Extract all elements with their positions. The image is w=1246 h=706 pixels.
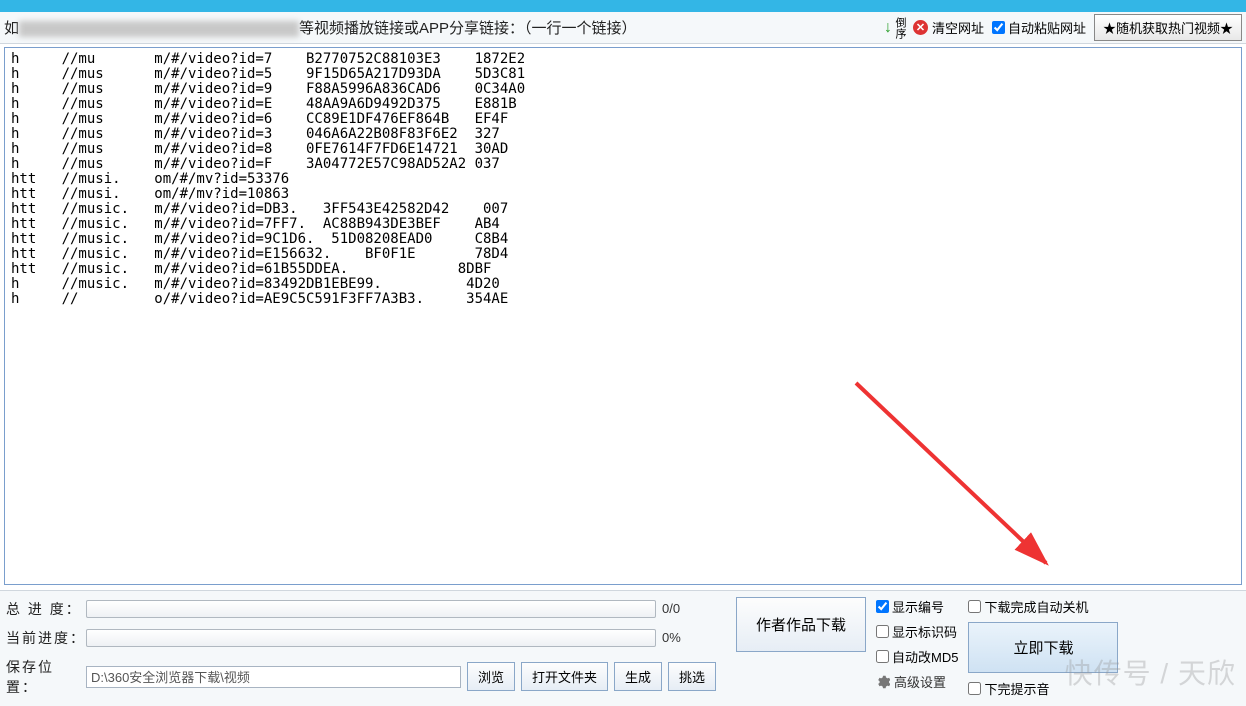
bottom-panel: 总 进 度： 0/0 当前进度： 0% 保存位置： 浏览 打开文件夹 生成 挑选… [0,590,1246,706]
show-number-checkbox[interactable]: 显示编号 [876,597,958,616]
url-line: htt //music. m/#/video?id=7FF7. AC88B943… [11,217,1235,232]
url-line: h //mus m/#/video?id=6 CC89E1DF476EF864B… [11,112,1235,127]
url-textarea[interactable]: h //mu m/#/video?id=7 B2770752C88103E3 1… [4,47,1242,585]
save-path-input[interactable] [86,666,461,688]
url-line: h //music. m/#/video?id=83492DB1EBE99. 4… [11,277,1235,292]
total-progress-label: 总 进 度： [6,599,86,619]
instruction-text: 如xxxxxxxxxxxxxxxxxxxxxxxxxxxxxx等视频播放链接或A… [4,17,637,38]
titlebar [0,0,1246,12]
url-line: htt //music. m/#/video?id=DB3. 3FF543E42… [11,202,1235,217]
url-line: h // o/#/video?id=AE9C5C591F3FF7A3B3. 35… [11,292,1235,307]
url-line: htt //music. m/#/video?id=61B55DDEA. 8DB… [11,262,1235,277]
random-hot-button[interactable]: ★随机获取热门视频★ [1094,14,1242,41]
sort-button[interactable]: ↓ 倒序 [884,17,905,39]
open-folder-button[interactable]: 打开文件夹 [521,662,608,691]
url-line: h //mus m/#/video?id=E 48AA9A6D9492D375 … [11,97,1235,112]
close-icon: ✕ [913,20,928,35]
advanced-settings-link[interactable]: 高级设置 [876,672,958,691]
current-progress-label: 当前进度： [6,628,86,648]
url-line: h //mu m/#/video?id=7 B2770752C88103E3 1… [11,52,1235,67]
save-path-label: 保存位置： [6,657,80,697]
auto-md5-checkbox[interactable]: 自动改MD5 [876,647,958,666]
finish-sound-checkbox[interactable]: 下完提示音 [968,679,1118,698]
url-line: htt //music. m/#/video?id=E156632. BF0F1… [11,247,1235,262]
url-line: h //mus m/#/video?id=F 3A04772E57C98AD52… [11,157,1235,172]
url-line: htt //musi. om/#/mv?id=53376 [11,172,1235,187]
auto-paste-checkbox[interactable]: 自动粘贴网址 [992,18,1086,37]
arrow-down-icon: ↓ [884,19,892,37]
browse-button[interactable]: 浏览 [467,662,515,691]
current-progress-bar [86,629,656,647]
generate-button[interactable]: 生成 [614,662,662,691]
total-progress-text: 0/0 [656,601,716,616]
url-line: h //mus m/#/video?id=9 F88A5996A836CAD6 … [11,82,1235,97]
auto-shutdown-checkbox[interactable]: 下载完成自动关机 [968,597,1118,616]
url-line: h //mus m/#/video?id=8 0FE7614F7FD6E1472… [11,142,1235,157]
author-works-button[interactable]: 作者作品下载 [736,597,866,652]
pick-button[interactable]: 挑选 [668,662,716,691]
current-progress-text: 0% [656,630,716,645]
toolbar: 如xxxxxxxxxxxxxxxxxxxxxxxxxxxxxx等视频播放链接或A… [0,12,1246,44]
url-line: htt //musi. om/#/mv?id=10863 [11,187,1235,202]
show-id-checkbox[interactable]: 显示标识码 [876,622,958,641]
download-now-button[interactable]: 立即下载 [968,622,1118,673]
total-progress-bar [86,600,656,618]
url-line: h //mus m/#/video?id=3 046A6A22B08F83F6E… [11,127,1235,142]
gear-icon [876,675,890,689]
url-line: h //mus m/#/video?id=5 9F15D65A217D93DA … [11,67,1235,82]
clear-url-button[interactable]: ✕ 清空网址 [913,18,984,37]
url-line: htt //music. m/#/video?id=9C1D6. 51D0820… [11,232,1235,247]
